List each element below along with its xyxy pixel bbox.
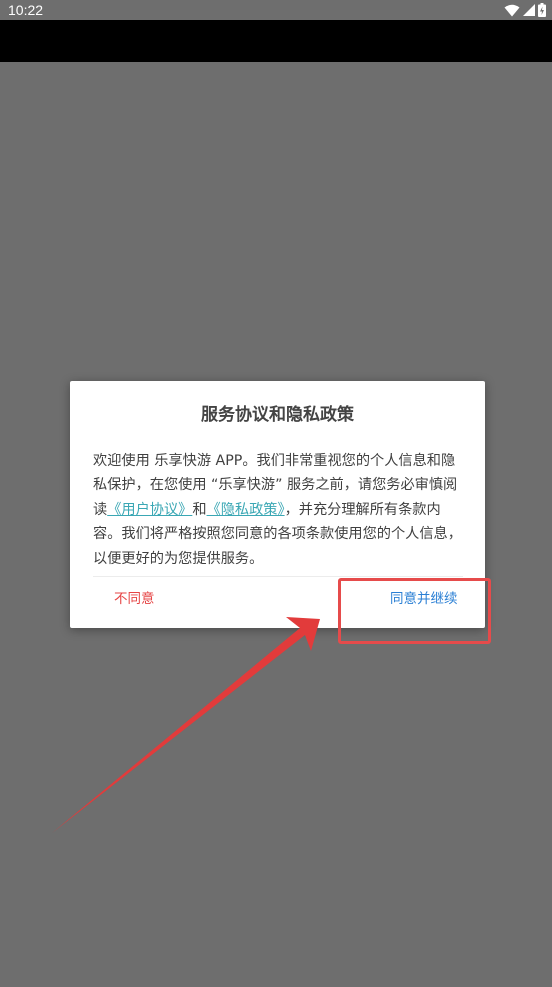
body-text-and: 和: [192, 501, 207, 518]
cell-signal-icon: [523, 4, 535, 16]
dialog-divider: [93, 576, 463, 577]
dialog-body: 欢迎使用 乐享快游 APP。我们非常重视您的个人信息和隐私保护，在您使用 “乐享…: [93, 449, 463, 571]
status-icons: [504, 2, 546, 18]
privacy-policy-link[interactable]: 《隐私政策》: [207, 502, 285, 518]
app-toolbar: [0, 20, 552, 62]
dialog-title: 服务协议和隐私政策: [201, 405, 354, 425]
status-bar: 10:22: [0, 0, 552, 20]
disagree-button[interactable]: 不同意: [114, 587, 155, 611]
user-agreement-link[interactable]: 《用户协议》: [107, 502, 192, 518]
battery-icon: [538, 3, 546, 17]
annotation-highlight-box: [338, 578, 491, 644]
wifi-icon: [504, 4, 520, 17]
status-time: 10:22: [8, 2, 44, 18]
